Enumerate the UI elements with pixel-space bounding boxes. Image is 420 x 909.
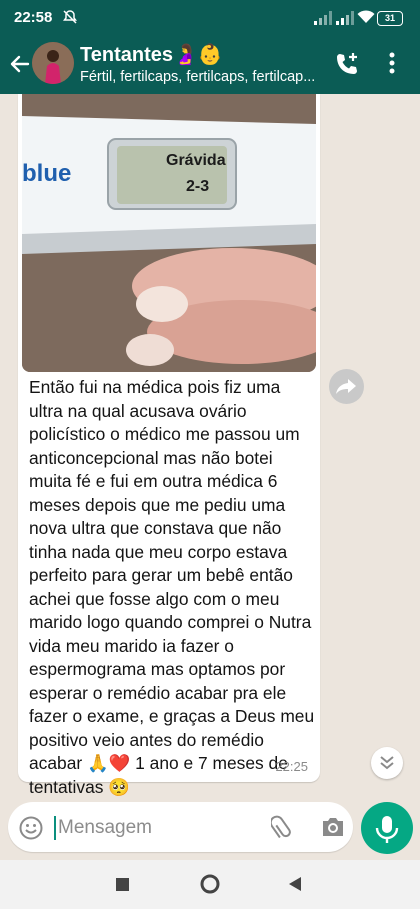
back-arrow-icon[interactable]	[8, 53, 30, 80]
message-input[interactable]: Mensagem	[58, 817, 152, 839]
message-photo[interactable]: blue Grávida 2-3	[22, 94, 316, 372]
scroll-to-bottom-button[interactable]	[371, 747, 403, 779]
attach-icon[interactable]	[269, 814, 295, 847]
wifi-icon	[357, 10, 375, 28]
group-avatar[interactable]	[32, 42, 74, 84]
forward-button[interactable]	[329, 369, 364, 404]
message-text: Então fui na médica pois fiz uma ultra n…	[29, 377, 315, 797]
message-composer: Mensagem	[8, 802, 353, 852]
status-time: 22:58	[14, 9, 53, 26]
test-brand-label: blue	[22, 160, 72, 187]
chat-header: Tentantes🤰👶 Fértil, fertilcaps, fertilca…	[0, 36, 420, 94]
text-cursor	[54, 816, 56, 840]
emoji-icon[interactable]	[18, 815, 44, 846]
back-button[interactable]	[288, 876, 302, 897]
more-options-icon[interactable]	[388, 52, 396, 79]
mic-button[interactable]	[361, 802, 413, 854]
mute-icon	[62, 9, 78, 28]
message-bubble[interactable]: blue Grávida 2-3 Então fui na médica poi…	[18, 94, 320, 797]
signal-icon	[314, 11, 332, 25]
system-nav-bar	[0, 860, 420, 909]
status-bar: 22:58 31	[0, 0, 420, 36]
chat-subtitle[interactable]: Fértil, fertilcaps, fertilcaps, fertilca…	[80, 69, 320, 85]
camera-icon[interactable]	[320, 816, 346, 843]
chat-title[interactable]: Tentantes🤰👶	[80, 42, 223, 67]
add-call-icon[interactable]	[334, 51, 360, 82]
test-weeks-label: 2-3	[186, 178, 210, 195]
battery-indicator: 31	[377, 11, 403, 26]
message-timestamp: 22:25	[275, 759, 308, 774]
signal-icon-2	[336, 11, 354, 25]
home-button[interactable]	[200, 874, 220, 899]
test-result-label: Grávida	[166, 152, 226, 169]
recents-button[interactable]	[116, 878, 129, 896]
